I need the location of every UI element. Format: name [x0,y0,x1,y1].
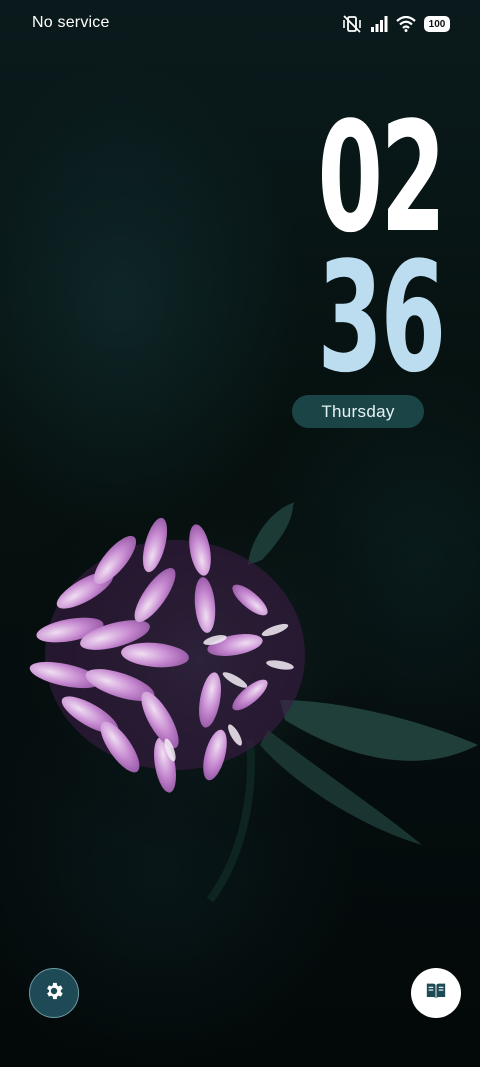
clock-minutes: 36 [317,229,446,406]
status-bar: No service 100 [0,0,480,48]
status-icons: 100 [342,15,450,33]
carrier-label: No service [32,14,110,31]
vibrate-off-icon [342,15,362,33]
settings-shortcut-button[interactable] [29,968,79,1018]
wifi-icon [396,16,416,32]
settings-icon [43,980,65,1007]
battery-indicator: 100 [424,16,450,32]
clock-hours: 02 [317,89,446,266]
reader-shortcut-button[interactable] [411,968,461,1018]
lockscreen-clock: 02 36 [292,89,446,406]
signal-icon [370,16,388,32]
book-icon [425,981,447,1006]
day-label: Thursday [292,395,424,428]
